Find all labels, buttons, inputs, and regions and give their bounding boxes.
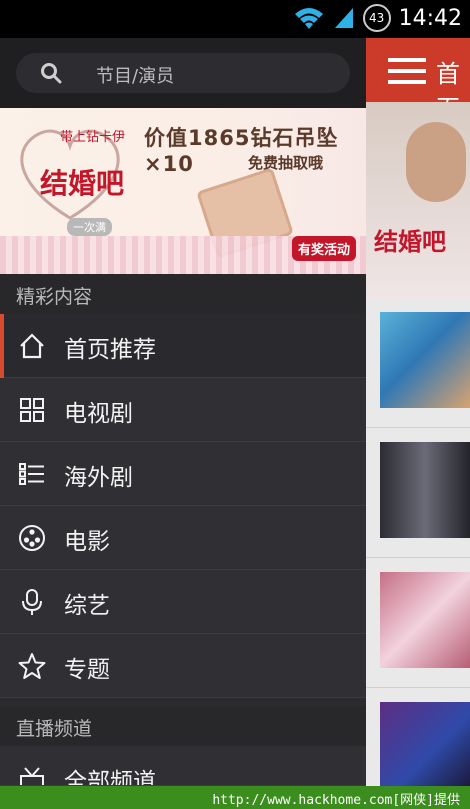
section-live: 直播频道 bbox=[0, 706, 366, 746]
video-thumbnail[interactable] bbox=[380, 572, 470, 668]
microphone-icon bbox=[22, 589, 42, 615]
menu-item-movies[interactable]: 电影 bbox=[0, 506, 366, 570]
section-featured-label: 精彩内容 bbox=[16, 286, 93, 308]
menu-item-label: 首页推荐 bbox=[64, 337, 156, 363]
promo-banner[interactable]: 带上钻卡伊 结婚吧 一次满 价值1865钻石吊坠×10 免费抽取哦 有奖活动 bbox=[0, 108, 366, 274]
app-header: 首页 bbox=[366, 38, 470, 123]
menu-icon[interactable] bbox=[388, 58, 426, 84]
menu-item-variety[interactable]: 综艺 bbox=[0, 570, 366, 634]
menu-item-label: 全部频道 bbox=[64, 769, 156, 786]
menu-item-tv-series[interactable]: 电视剧 bbox=[0, 378, 366, 442]
clock: 14:42 bbox=[398, 5, 462, 31]
list-divider bbox=[366, 687, 470, 688]
list-divider bbox=[366, 427, 470, 428]
grid-icon bbox=[20, 398, 44, 422]
menu-item-label: 电影 bbox=[64, 529, 110, 555]
star-icon bbox=[18, 653, 46, 679]
section-featured: 精彩内容 bbox=[0, 274, 366, 314]
battery-indicator: 43 bbox=[362, 4, 391, 32]
banner-brand-logo: 结婚吧 bbox=[40, 167, 125, 200]
menu-item-all-channels[interactable]: 全部频道 bbox=[0, 746, 366, 786]
search-input[interactable]: 节目/演员 bbox=[16, 53, 350, 93]
navigation-drawer: 节目/演员 带上钻卡伊 结婚吧 一次满 价值1865钻石吊坠×10 免费抽取哦 … bbox=[0, 38, 366, 786]
search-icon bbox=[41, 63, 62, 84]
search-placeholder: 节目/演员 bbox=[96, 66, 175, 87]
prize-activity-button[interactable]: 有奖活动 bbox=[292, 236, 357, 261]
all-channels-icon bbox=[20, 767, 44, 785]
menu-item-label: 专题 bbox=[64, 657, 110, 683]
status-bar: 43 14:42 bbox=[0, 0, 470, 38]
banner-small-text: 带上钻卡伊 bbox=[60, 130, 126, 145]
film-reel-icon bbox=[19, 525, 45, 551]
list-divider bbox=[366, 557, 470, 558]
hero-banner[interactable]: 结婚吧 bbox=[366, 102, 470, 297]
menu-item-home[interactable]: 首页推荐 bbox=[0, 314, 366, 378]
signal-icon bbox=[334, 8, 353, 28]
hero-brand-logo: 结婚吧 bbox=[374, 228, 446, 256]
home-icon bbox=[20, 333, 44, 359]
search-bar-container: 节目/演员 bbox=[0, 38, 366, 108]
video-thumbnail[interactable] bbox=[380, 442, 470, 538]
video-thumbnail[interactable] bbox=[380, 312, 470, 408]
section-live-label: 直播频道 bbox=[16, 718, 93, 740]
video-thumbnail[interactable] bbox=[380, 702, 470, 786]
status-icons: 43 14:42 bbox=[293, 4, 462, 32]
list-icon bbox=[19, 463, 44, 485]
hero-image bbox=[406, 122, 466, 202]
watermark-text: http://www.hackhome.com[网侠]提供 bbox=[212, 793, 460, 808]
main-content-peek: 首页 结婚吧 bbox=[366, 38, 470, 786]
watermark-footer: http://www.hackhome.com[网侠]提供 bbox=[0, 786, 470, 809]
menu-item-label: 海外剧 bbox=[64, 465, 133, 491]
banner-small-tag: 一次满 bbox=[67, 218, 112, 236]
banner-subtitle: 免费抽取哦 bbox=[248, 154, 324, 172]
menu-item-topics[interactable]: 专题 bbox=[0, 634, 366, 698]
menu-item-overseas[interactable]: 海外剧 bbox=[0, 442, 366, 506]
menu-item-label: 综艺 bbox=[64, 593, 110, 619]
wifi-icon bbox=[294, 8, 323, 29]
menu-item-label: 电视剧 bbox=[64, 401, 133, 427]
